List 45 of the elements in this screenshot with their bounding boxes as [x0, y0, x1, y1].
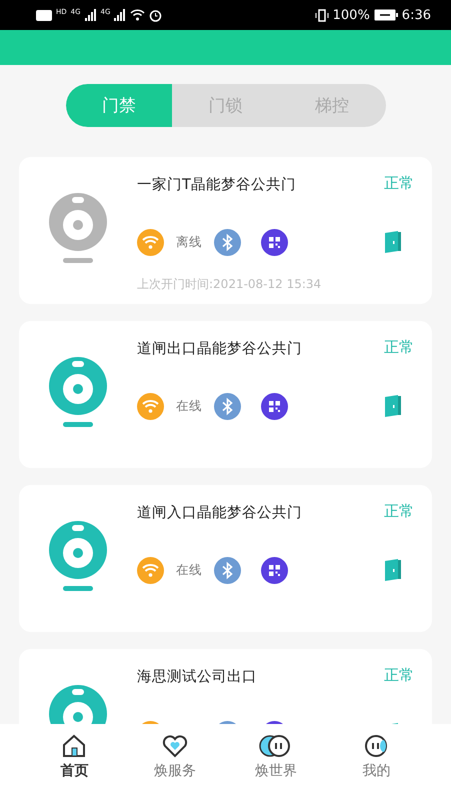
home-icon — [61, 734, 88, 758]
clock: 6:36 — [402, 8, 431, 22]
device-status: 正常 — [384, 174, 414, 193]
signal-icon — [114, 9, 126, 21]
face-icon — [364, 734, 390, 758]
nav-item[interactable]: 焕世界 — [226, 724, 326, 800]
device-name: 一家门T晶能梦谷公共门 — [137, 176, 296, 194]
device-name: 道闸入口晶能梦谷公共门 — [137, 504, 302, 522]
bluetooth-icon[interactable] — [214, 228, 241, 256]
nav-item[interactable]: 首页 — [24, 724, 125, 800]
device-card[interactable]: 海思测试公司出口 正常 — [19, 649, 432, 724]
connection-status: 离线 — [176, 234, 203, 250]
signal-icon — [84, 9, 97, 21]
bluetooth-icon[interactable] — [214, 392, 241, 420]
last-open-time: 上次开门时间:2021-08-12 15:34 — [137, 276, 322, 293]
connection-status: 在线 — [176, 398, 203, 414]
bluetooth-icon[interactable] — [214, 556, 241, 584]
vibrate-icon — [314, 8, 329, 22]
wifi-icon[interactable] — [137, 228, 164, 256]
wifi-icon[interactable] — [137, 392, 164, 420]
device-status: 正常 — [384, 502, 414, 521]
door-icon[interactable] — [384, 231, 402, 253]
qr-code-icon[interactable] — [261, 392, 288, 420]
door-icon[interactable] — [384, 395, 402, 417]
battery-percent: 100% — [332, 8, 370, 22]
device-status: 正常 — [384, 338, 414, 357]
face-icon — [258, 734, 293, 758]
device-status: 正常 — [384, 666, 414, 685]
qr-code-icon[interactable] — [261, 228, 288, 256]
door-icon[interactable] — [384, 559, 402, 581]
device-name: 道闸出口晶能梦谷公共门 — [137, 340, 302, 358]
battery-icon — [374, 9, 398, 21]
nav-item[interactable]: 我的 — [326, 724, 427, 800]
wifi-icon[interactable] — [137, 556, 164, 584]
nav-item[interactable]: 焕服务 — [124, 724, 226, 800]
hd-icon — [36, 10, 52, 20]
alarm-icon — [149, 8, 162, 22]
device-card[interactable]: 道闸出口晶能梦谷公共门 在线 正常 — [19, 321, 432, 468]
heart-icon — [162, 734, 188, 758]
wifi-icon — [130, 9, 146, 21]
qr-code-icon[interactable] — [261, 556, 288, 584]
connection-status: 在线 — [176, 562, 203, 578]
device-card[interactable]: 一家门T晶能梦谷公共门 离线 上次开门时间:2021-08-12 15:34 正常 — [19, 157, 432, 304]
device-card[interactable]: 道闸入口晶能梦谷公共门 在线 正常 — [19, 485, 432, 632]
device-name: 海思测试公司出口 — [137, 668, 257, 686]
